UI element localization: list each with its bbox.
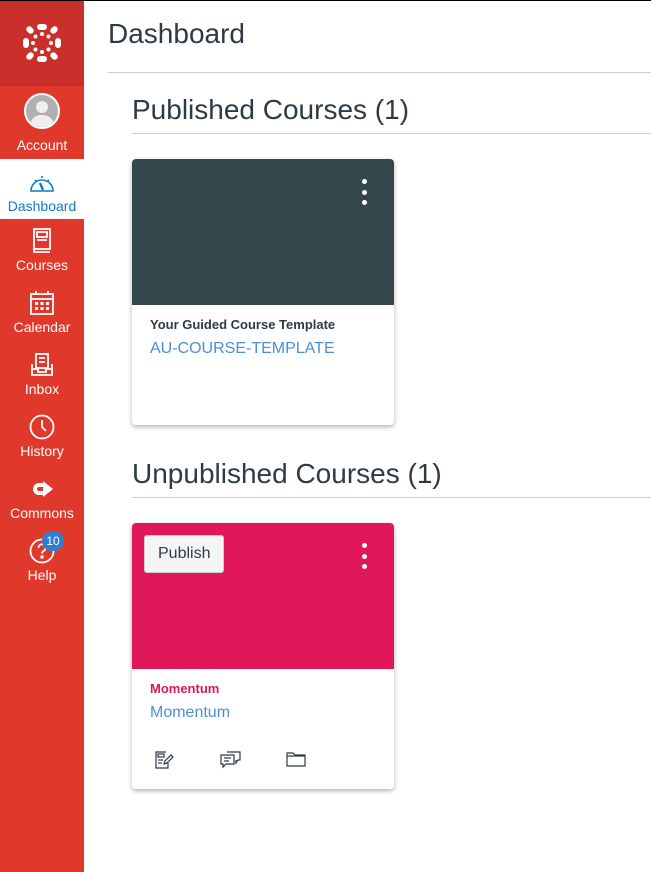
clock-icon	[28, 413, 56, 441]
course-name[interactable]: Your Guided Course Template	[150, 317, 376, 333]
course-card-actions	[150, 747, 376, 771]
dashboard-gauge-icon	[28, 168, 56, 196]
sidebar-item-help[interactable]: 10 Help	[0, 529, 84, 591]
divider	[132, 497, 651, 498]
canvas-logo-icon	[23, 24, 61, 62]
window-top-border	[0, 0, 651, 1]
section-title-unpublished: Unpublished Courses (1)	[132, 458, 442, 489]
course-card-header[interactable]: Publish	[132, 523, 394, 669]
page-title: Dashboard	[108, 18, 245, 49]
sidebar-item-label: Commons	[10, 505, 74, 521]
files-folder-icon	[286, 752, 306, 767]
sidebar-item-label: Calendar	[13, 319, 71, 335]
notification-badge: 10	[42, 531, 64, 551]
kebab-menu-icon[interactable]	[356, 179, 372, 205]
sidebar-item-account[interactable]: Account	[0, 86, 84, 159]
discussions-link[interactable]	[216, 747, 282, 771]
inbox-icon	[28, 351, 56, 379]
publish-button[interactable]: Publish	[144, 535, 225, 573]
sidebar-item-label: Help	[27, 567, 57, 583]
canvas-logo[interactable]	[0, 0, 84, 86]
sidebar-item-label: Account	[16, 137, 68, 153]
discussions-icon	[220, 751, 241, 769]
book-icon	[28, 227, 56, 255]
sidebar-item-dashboard[interactable]: Dashboard	[0, 159, 84, 219]
course-card-header[interactable]	[132, 159, 394, 305]
assignments-link[interactable]	[150, 747, 216, 771]
course-code[interactable]: Momentum	[150, 703, 376, 723]
sidebar-item-history[interactable]: History	[0, 405, 84, 467]
sidebar-item-inbox[interactable]: Inbox	[0, 343, 84, 405]
sidebar-item-label: Courses	[15, 257, 69, 273]
divider	[108, 72, 651, 73]
kebab-menu-icon[interactable]	[356, 543, 372, 569]
course-code[interactable]: AU-COURSE-TEMPLATE	[150, 339, 376, 359]
commons-icon	[28, 475, 56, 503]
course-name[interactable]: Momentum	[150, 681, 376, 697]
section-title-published: Published Courses (1)	[132, 94, 410, 125]
sidebar-item-calendar[interactable]: Calendar	[0, 281, 84, 343]
assignments-icon	[155, 751, 174, 769]
files-link[interactable]	[282, 747, 348, 771]
course-card[interactable]: Your Guided Course Template AU-COURSE-TE…	[132, 159, 394, 425]
course-card[interactable]: Publish Momentum Momentum	[132, 523, 394, 789]
global-navigation: Account Dashboard Courses Calendar Inbox…	[0, 0, 84, 872]
dashboard-main: Dashboard Published Courses (1) Your Gui…	[84, 0, 651, 872]
divider	[132, 133, 651, 134]
avatar-icon	[24, 93, 60, 129]
sidebar-item-commons[interactable]: Commons	[0, 467, 84, 529]
sidebar-item-courses[interactable]: Courses	[0, 219, 84, 281]
sidebar-item-label: Inbox	[24, 381, 60, 397]
help-icon: 10	[28, 531, 64, 565]
calendar-icon	[28, 289, 56, 317]
sidebar-item-label: Dashboard	[7, 198, 77, 214]
sidebar-item-label: History	[20, 443, 64, 459]
